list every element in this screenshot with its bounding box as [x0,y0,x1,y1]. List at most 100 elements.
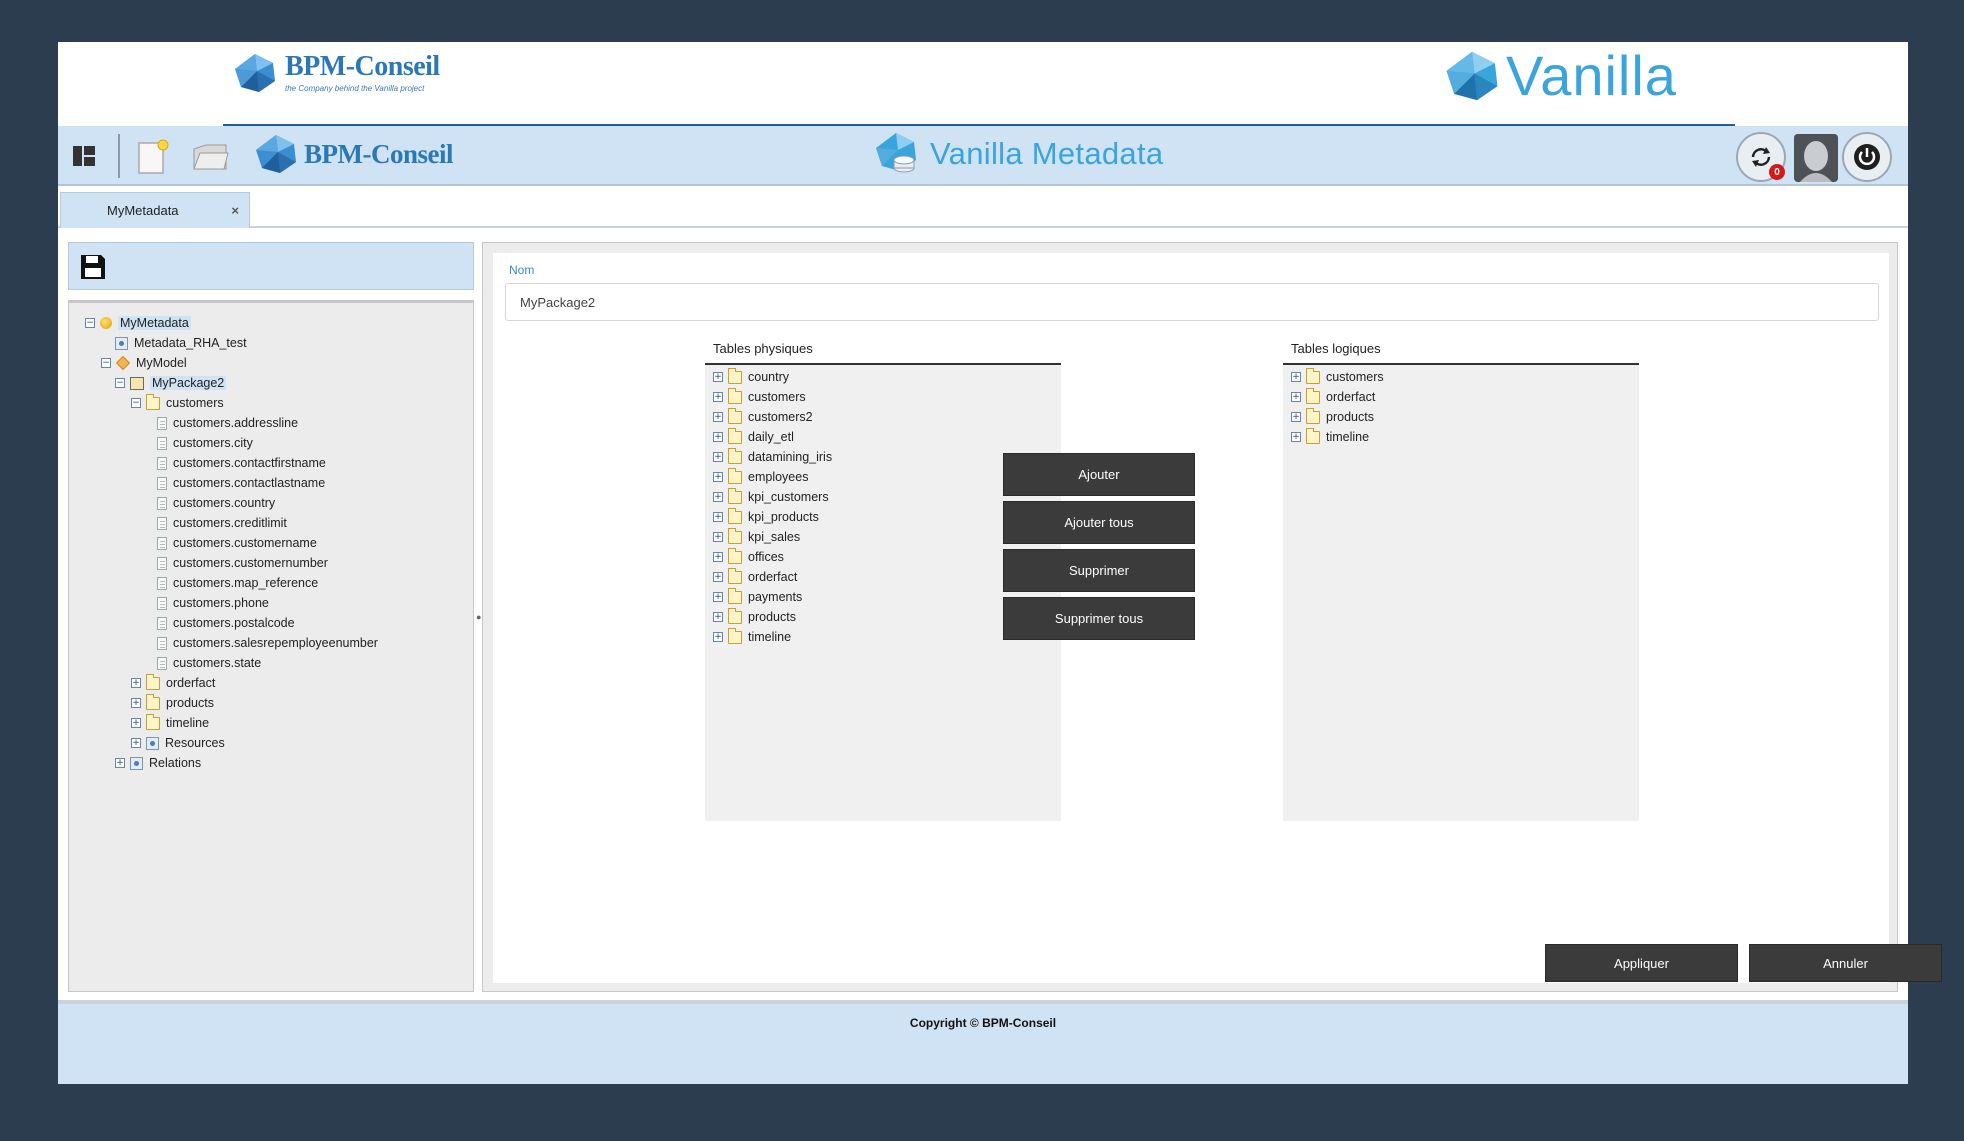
physical-list-item[interactable]: + datamining_iris [713,447,832,467]
logical-list-item[interactable]: + orderfact [1291,387,1375,407]
expand-icon[interactable]: + [713,392,723,402]
avatar[interactable] [1794,134,1838,182]
expand-icon[interactable]: + [713,592,723,602]
physical-list-item[interactable]: + products [713,607,796,627]
physical-list-item[interactable]: + kpi_sales [713,527,800,547]
power-button[interactable] [1842,132,1892,182]
physical-list-item[interactable]: + payments [713,587,802,607]
expand-icon[interactable]: + [131,718,141,728]
add-all-button[interactable]: Ajouter tous [1003,501,1195,544]
tab-mymetadata[interactable]: MyMetadata × [60,192,250,228]
expand-icon[interactable]: + [713,412,723,422]
tree-node-root[interactable]: − MyMetadata [85,313,191,333]
layout-icon[interactable] [68,140,100,172]
panel-splitter[interactable]: ● [476,612,481,622]
brand-right-name: Vanilla [1506,44,1677,107]
column-icon [157,596,167,610]
expand-icon[interactable]: + [713,532,723,542]
logical-tables-list[interactable]: + customers + orderfact + products + timeline [1283,363,1639,821]
tree-node-column[interactable]: customers.phone [157,593,269,613]
tree-node-datasource[interactable]: Metadata_RHA_test [115,333,247,353]
tree-node-column[interactable]: customers.postalcode [157,613,295,633]
collapse-icon[interactable]: − [101,358,111,368]
save-icon[interactable] [79,253,107,281]
expand-icon[interactable]: + [713,512,723,522]
tree-node-column[interactable]: customers.customername [157,533,317,553]
folder-icon [728,367,742,384]
expand-icon[interactable]: + [1291,432,1301,442]
tree-node-model[interactable]: − MyModel [101,353,187,373]
physical-list-item[interactable]: + kpi_products [713,507,819,527]
physical-list-item[interactable]: + orderfact [713,567,797,587]
expand-icon[interactable]: + [713,372,723,382]
tree-node-resources[interactable]: + Resources [131,733,225,753]
collapse-icon[interactable]: − [85,318,95,328]
physical-list-item[interactable]: + daily_etl [713,427,794,447]
copyright-text: Copyright © BPM-Conseil [909,1016,1057,1030]
expand-icon[interactable]: + [115,758,125,768]
physical-list-item[interactable]: + timeline [713,627,791,647]
column-icon [157,576,167,590]
expand-icon[interactable]: + [131,698,141,708]
app-title: Vanilla Metadata [874,132,1163,176]
remove-all-button[interactable]: Supprimer tous [1003,597,1195,640]
expand-icon[interactable]: + [713,472,723,482]
expand-icon[interactable]: + [131,678,141,688]
tree-node-table-customers[interactable]: − customers [131,393,224,413]
tree-node-column[interactable]: customers.contactlastname [157,473,325,493]
physical-list-item[interactable]: + offices [713,547,784,567]
expand-icon[interactable]: + [1291,392,1301,402]
physical-list-item[interactable]: + customers2 [713,407,813,427]
expand-icon[interactable]: + [1291,372,1301,382]
tree-node-column[interactable]: customers.salesrepemployeenumber [157,633,378,653]
expand-icon[interactable]: + [713,612,723,622]
tree-node-table-orderfact[interactable]: + orderfact [131,673,215,693]
physical-list-item[interactable]: + kpi_customers [713,487,829,507]
nom-input[interactable] [505,283,1879,321]
brand-left-name: BPM-Conseil [285,51,440,82]
physical-list-item[interactable]: + employees [713,467,808,487]
nom-label: Nom [509,263,535,277]
expand-icon[interactable]: + [131,738,141,748]
tree-node-column[interactable]: customers.contactfirstname [157,453,326,473]
expand-icon[interactable]: + [713,572,723,582]
collapse-icon[interactable]: − [131,398,141,408]
logical-table-label: orderfact [1326,390,1376,404]
tree-node-column[interactable]: customers.state [157,653,261,673]
expand-icon[interactable]: + [713,432,723,442]
refresh-button[interactable]: 0 [1736,132,1786,182]
folder-icon [1306,387,1320,404]
physical-list-item[interactable]: + country [713,367,789,387]
tree-node-column[interactable]: customers.creditlimit [157,513,287,533]
close-icon[interactable]: × [231,203,239,218]
tree-node-package[interactable]: − MyPackage2 [115,373,227,393]
apply-button[interactable]: Appliquer [1545,944,1738,982]
physical-table-label: offices [748,550,784,564]
expand-icon[interactable]: + [713,492,723,502]
cancel-button[interactable]: Annuler [1749,944,1942,982]
tree-node-column[interactable]: customers.country [157,493,275,513]
tree-node-relations[interactable]: + Relations [115,753,201,773]
tree-node-column[interactable]: customers.city [157,433,253,453]
collapse-icon[interactable]: − [115,378,125,388]
folder-icon [728,487,742,504]
tree-node-column[interactable]: customers.map_reference [157,573,318,593]
expand-icon[interactable]: + [1291,412,1301,422]
tree-node-label: Metadata_RHA_test [134,336,247,350]
logical-list-item[interactable]: + products [1291,407,1374,427]
open-folder-icon[interactable] [188,136,232,176]
tree-node-column[interactable]: customers.addressline [157,413,298,433]
expand-icon[interactable]: + [713,552,723,562]
tree-node-table-products[interactable]: + products [131,693,214,713]
physical-list-item[interactable]: + customers [713,387,806,407]
tree-node-table-timeline[interactable]: + timeline [131,713,209,733]
expand-icon[interactable]: + [713,452,723,462]
expand-icon[interactable]: + [713,632,723,642]
logical-list-item[interactable]: + timeline [1291,427,1369,447]
new-document-icon[interactable] [134,136,172,176]
physical-tables-list[interactable]: + country + customers + customers2 + daily_etl +… [705,363,1061,821]
add-button[interactable]: Ajouter [1003,453,1195,496]
tree-node-column[interactable]: customers.customernumber [157,553,328,573]
remove-button[interactable]: Supprimer [1003,549,1195,592]
logical-list-item[interactable]: + customers [1291,367,1384,387]
